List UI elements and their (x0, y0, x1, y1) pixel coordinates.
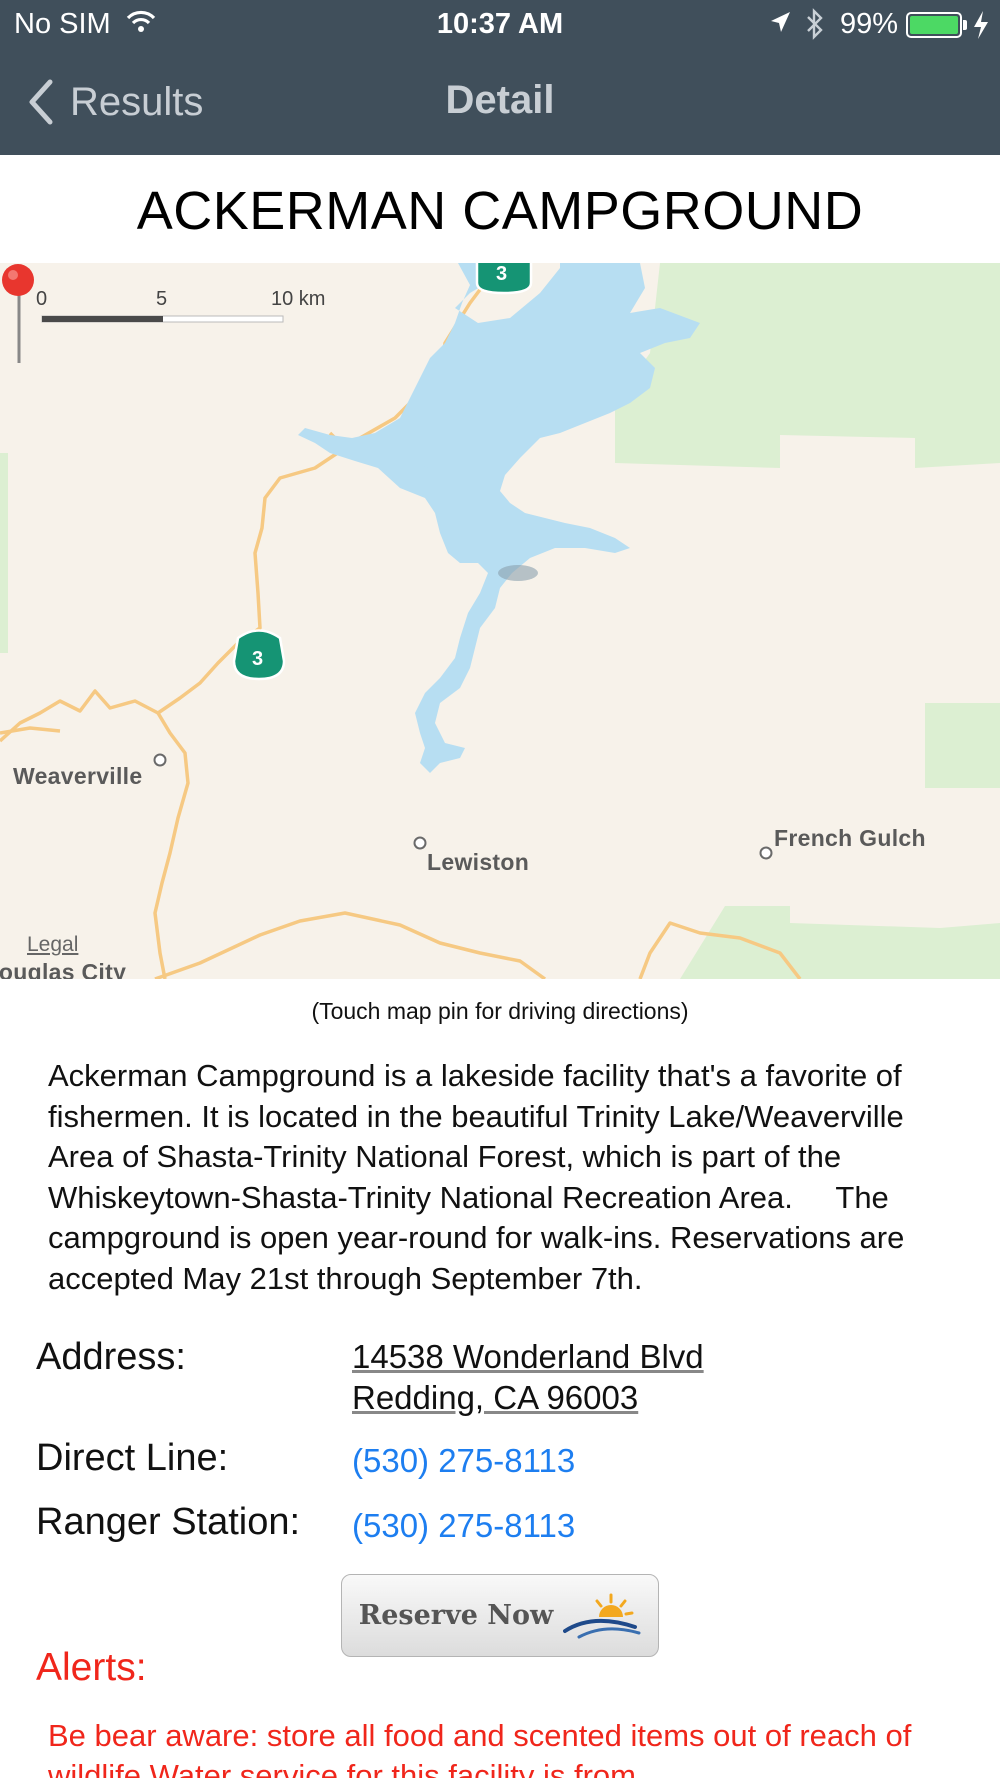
alerts-label: Alerts: (36, 1646, 147, 1689)
place-label-french-gulch: French Gulch (774, 825, 926, 851)
location-arrow-icon (771, 12, 790, 32)
scale-bar (41, 315, 284, 323)
battery-percent: 99% (840, 8, 899, 40)
place-label-weaverville: Weaverville (13, 763, 143, 789)
lewiston-marker (413, 836, 427, 850)
map-hint: (Touch map pin for driving directions) (311, 998, 689, 1024)
nav-title: Detail (445, 78, 555, 122)
reserve-now-label: Reserve Now (358, 1600, 554, 1631)
forest-area (680, 906, 1000, 979)
description-text[interactable]: Ackerman Campground is a lakeside facili… (48, 1056, 948, 1316)
address-line-2[interactable]: Redding, CA 96003 (352, 1377, 704, 1418)
scale-label-5: 5 (156, 288, 168, 310)
ranger-station-phone-link[interactable]: (530) 275-8113 (352, 1507, 575, 1545)
forest-area (925, 703, 1000, 788)
map-pin-icon[interactable] (0, 263, 40, 363)
page-title: ACKERMAN CAMPGROUND (136, 181, 864, 241)
direct-line-label: Direct Line: (36, 1437, 229, 1479)
battery-icon (906, 12, 962, 38)
address-link[interactable]: 14538 Wonderland Blvd Redding, CA 96003 (352, 1336, 704, 1418)
highway-label: 3 (252, 648, 264, 670)
address-label: Address: (36, 1336, 186, 1378)
place-label-lewiston: Lewiston (427, 849, 530, 875)
highway-label: 3 (496, 263, 508, 285)
pin-shadow (498, 565, 538, 581)
forest-area (0, 453, 8, 653)
address-line-1[interactable]: 14538 Wonderland Blvd (352, 1336, 704, 1377)
status-bar: No SIM 10:37 AM 99% (0, 0, 1000, 50)
place-label-douglas-city: Douglas City (0, 959, 127, 979)
navigation-bar: Results Detail (0, 50, 1000, 155)
legal-link[interactable]: Legal (27, 933, 78, 957)
charging-bolt-icon (974, 11, 988, 39)
map-view[interactable]: 3 3 0 5 10 km Weaverville Lewiston Frenc… (0, 263, 1000, 979)
trinity-lake (298, 263, 700, 773)
bluetooth-icon (807, 8, 823, 40)
french-gulch-marker (759, 846, 773, 860)
direct-line-phone-link[interactable]: (530) 275-8113 (352, 1442, 575, 1480)
battery-tip (963, 20, 967, 30)
sunrise-logo-icon (563, 1593, 641, 1638)
reserve-now-button[interactable]: Reserve Now (341, 1574, 659, 1657)
scale-label-10km: 10 km (271, 288, 326, 310)
alert-text: Be bear aware: store all food and scente… (48, 1718, 920, 1778)
forest-area (615, 263, 1000, 468)
ranger-station-label: Ranger Station: (36, 1501, 301, 1543)
weaverville-marker (153, 753, 167, 767)
